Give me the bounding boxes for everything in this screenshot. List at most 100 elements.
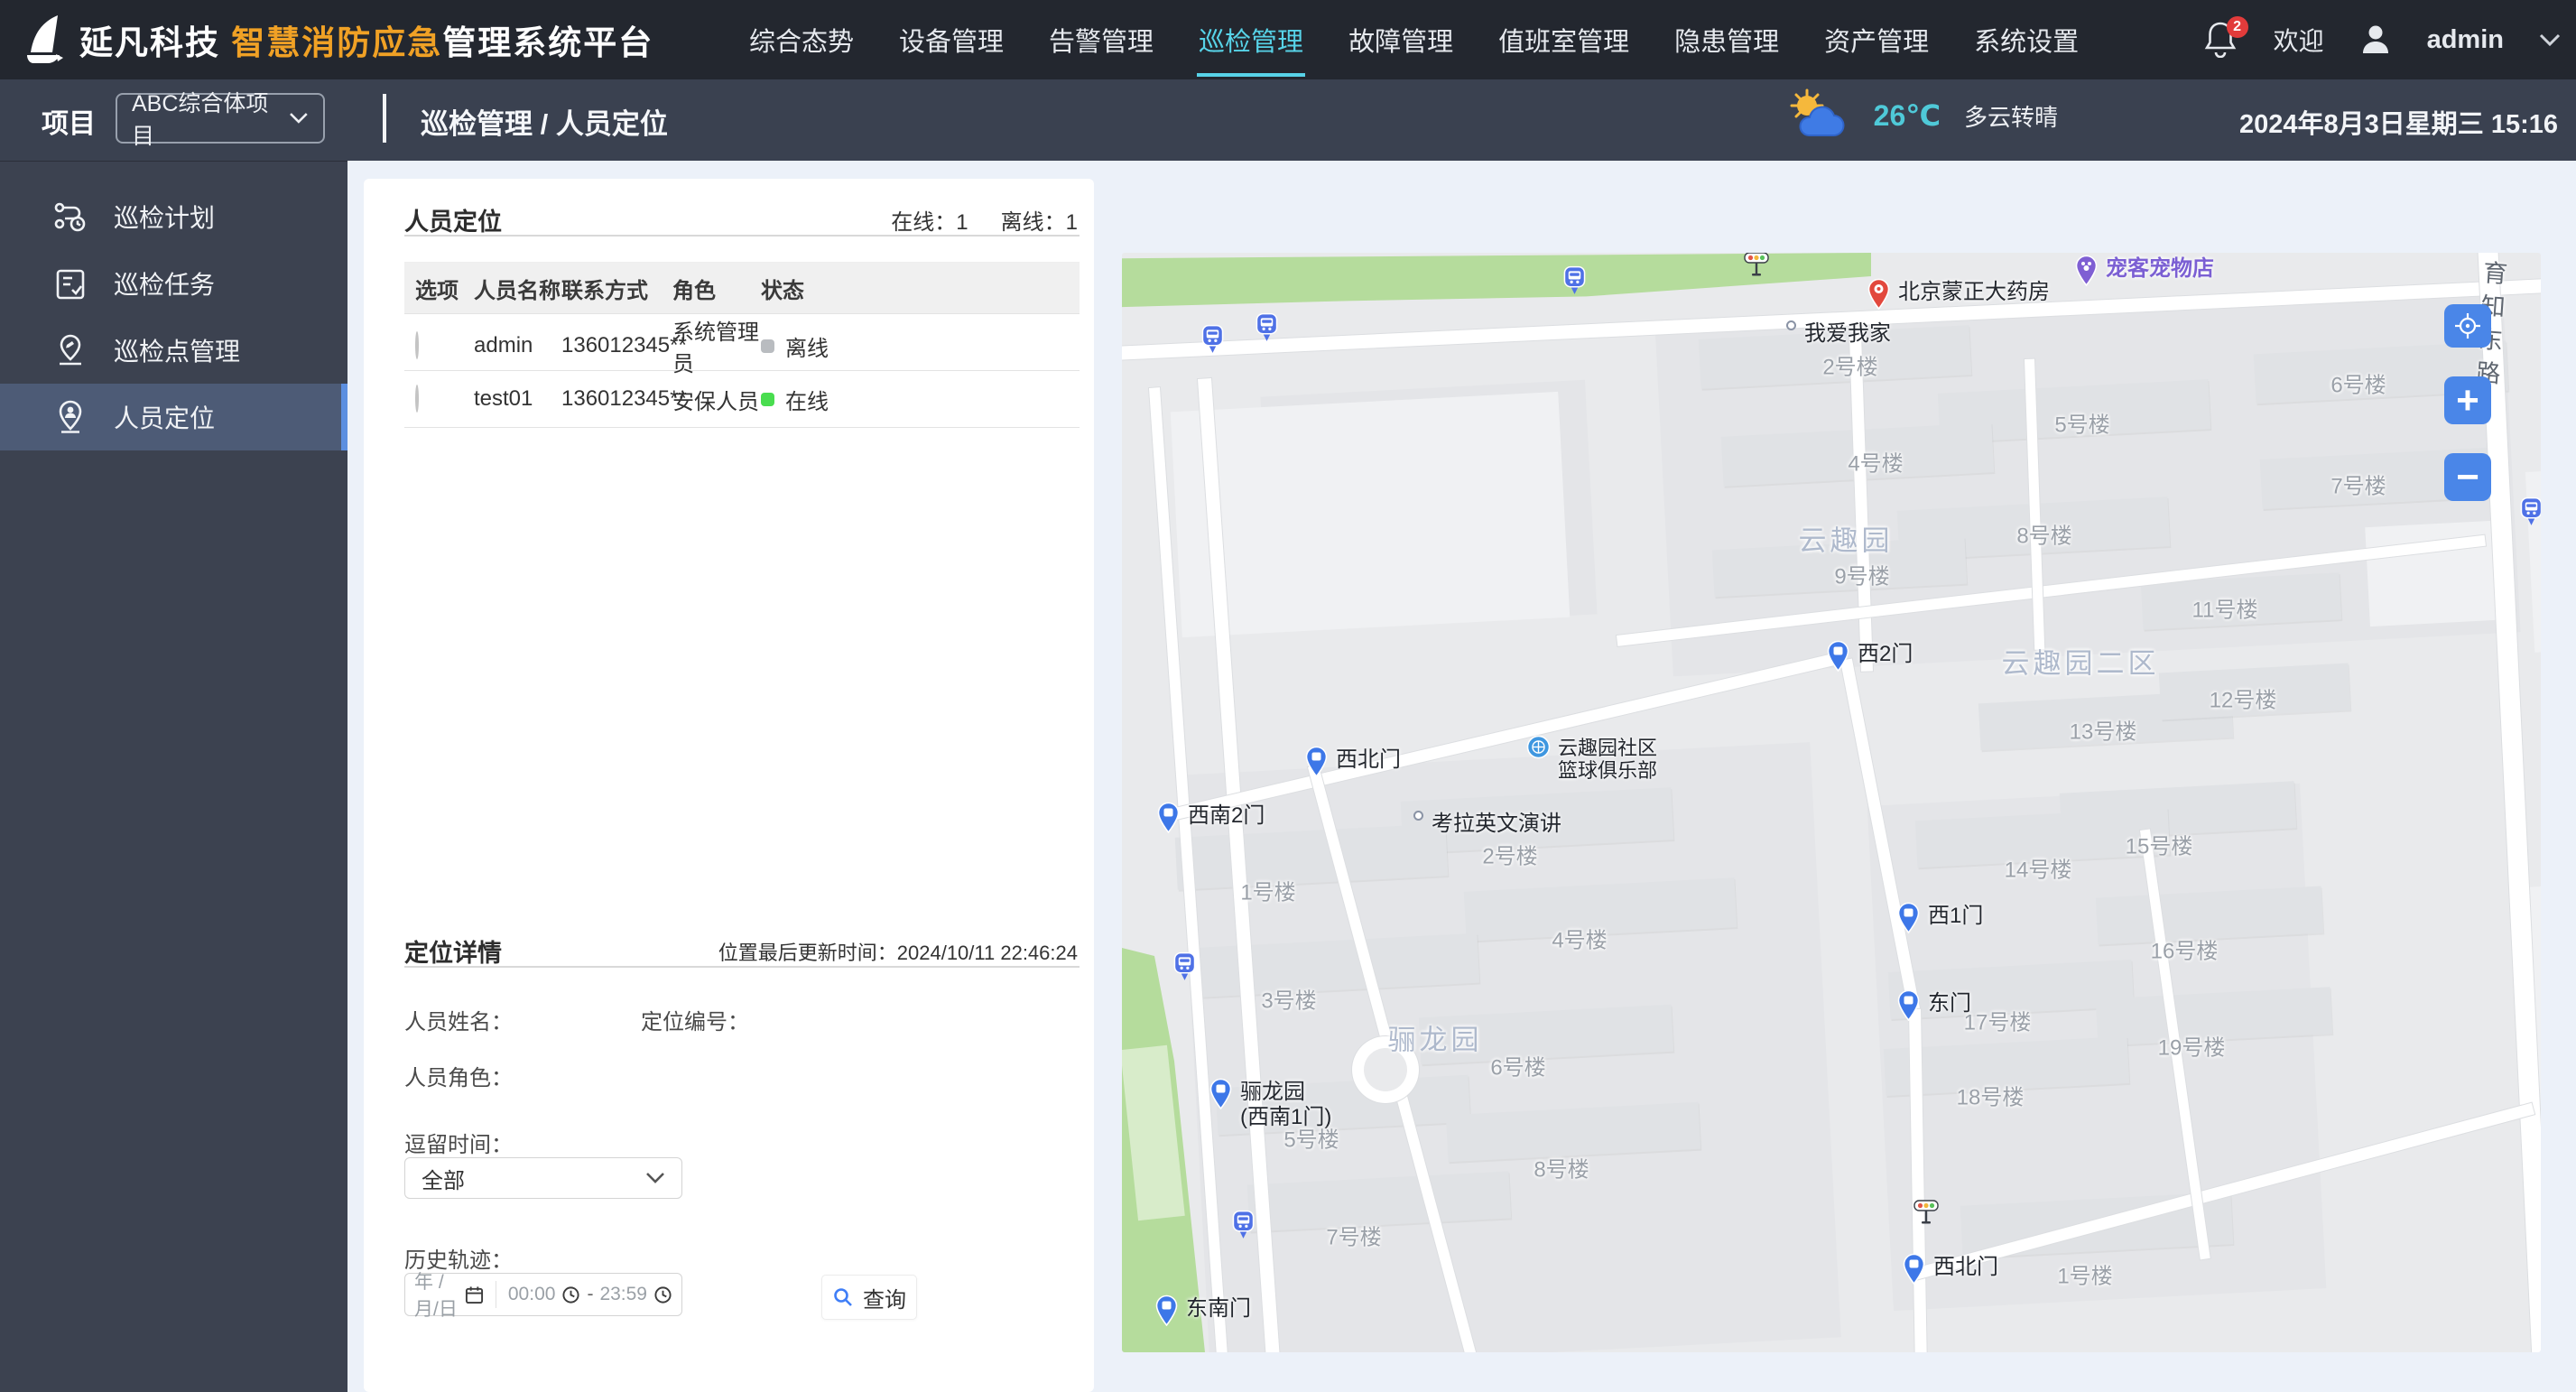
row-radio-button[interactable] [415,331,419,359]
map-gate-pin[interactable]: 东门 [1896,989,1971,1021]
breadcrumb: 巡检管理 / 人员定位 [421,108,668,140]
bus-stop-icon [1201,324,1224,354]
brand-logo: 延凡科技 智慧消防应急管理系统平台 [20,13,653,67]
point-icon [52,332,88,368]
sidebar-item-3[interactable]: 巡检点管理 [0,317,347,384]
calendar-icon[interactable] [465,1285,484,1304]
project-select[interactable]: ABC综合体项目 [116,91,325,149]
map-area-label: 云趣园二区 [2001,647,2160,680]
tasks-icon [52,265,88,302]
map-gate-pin[interactable]: 西2门 [1826,640,1913,672]
person-name-label: 人员姓名： [404,1010,513,1035]
nav-item-5[interactable]: 故障管理 [1347,3,1455,77]
map-building-label: 13号楼 [2069,719,2137,745]
traffic-light-icon[interactable] [1742,253,1771,278]
map-canvas[interactable]: 宠客宠物店 北京蒙正大药房 我爱我家 2号楼 5号楼 6号楼 4号楼 7号楼 云趣园 8号楼 9号楼… [1122,253,2541,1352]
sidebar-item-4[interactable]: 人员定位 [0,384,347,450]
nav-item-2[interactable]: 设备管理 [897,3,1005,77]
column-header: 人员名称 [474,278,561,303]
bus-stop-icon[interactable] [1563,265,1586,295]
map-building-label: 2号楼 [1822,355,1878,380]
map-building [1170,391,1571,638]
detail-title-divider [404,966,1080,968]
date-placeholder[interactable]: 年 /月/日 [414,1267,459,1322]
map-building-label: 19号楼 [2157,1035,2226,1061]
map-building-label: 7号楼 [1326,1225,1382,1250]
traffic-light-icon [1742,253,1771,278]
map-building-label: 6号楼 [1490,1055,1546,1081]
stay-time-select[interactable]: 全部 [404,1157,682,1199]
map-building-label: 3号楼 [1261,988,1317,1014]
zoom-in-button[interactable]: + [2444,376,2491,424]
locate-button[interactable] [2444,304,2491,348]
app-root: 延凡科技 智慧消防应急管理系统平台 综合态势 设备管理 告警管理 巡检管理 故障管理 值班… [0,0,2576,1392]
map-building-label: 5号楼 [1283,1128,1339,1153]
map-label-text: 西北门 [1336,747,1401,772]
user-avatar-icon[interactable] [2358,23,2393,57]
map-pharmacy-pin[interactable]: 北京蒙正大药房 [1867,278,2050,310]
map-gate-pin[interactable]: 西北门 [1902,1253,1998,1285]
map-poi-dot[interactable]: 考拉英文演讲 [1413,810,1561,837]
map-building-label: 8号楼 [2016,524,2072,549]
nav-item-1[interactable]: 综合态势 [747,3,856,77]
status-dot [761,339,774,353]
map-gate-pin [1156,802,1181,833]
bus-stop-icon [1173,951,1196,981]
nav-item-3[interactable]: 告警管理 [1047,3,1155,77]
map-poi-dot[interactable]: 我爱我家 [1785,320,1891,347]
stay-time-value: 全部 [422,1168,465,1193]
map-gate-pin[interactable]: 东南门 [1154,1295,1251,1326]
map-label-text: 北京蒙正大药房 [1898,280,2050,304]
bus-stop-icon[interactable] [1201,324,1224,354]
notification-bell-icon[interactable]: 2 [2203,16,2248,60]
history-datetime-input[interactable]: 年 /月/日 00:00 - 23:59 [404,1272,682,1320]
nav-item-6[interactable]: 值班室管理 [1496,3,1631,77]
map-label-text: 西2门 [1858,642,1913,666]
map-label-text: 我爱我家 [1804,321,1891,346]
search-button[interactable]: 查询 [821,1275,917,1320]
time-end-value[interactable]: 23:59 [599,1284,647,1305]
cell-name: test01 [474,386,533,411]
sidebar-item-1[interactable]: 巡检计划 [0,183,347,250]
nav-item-7[interactable]: 隐患管理 [1673,3,1781,77]
nav-item-8[interactable]: 资产管理 [1822,3,1931,77]
time-start-value[interactable]: 00:00 [508,1284,556,1305]
map-petshop-pin[interactable]: 宠客宠物店 [2074,255,2214,286]
map-label-text: 宠客宠物店 [2106,256,2214,281]
panel-title: 人员定位 [404,209,502,236]
map-building-label: 18号楼 [1956,1085,2025,1110]
traffic-light-icon[interactable] [1912,1199,1941,1226]
table-row-1[interactable]: admin 136012345** 系统管理员 离线 [404,314,1080,376]
map-gate-pin [1209,1078,1233,1109]
traffic-light-icon [1912,1199,1941,1226]
project-chevron-down-icon [290,113,308,124]
bus-stop-icon[interactable] [2520,496,2541,526]
table-row-2[interactable]: test01 136012345** 安保人员 在线 [404,371,1080,428]
bus-stop-icon[interactable] [1256,312,1278,342]
datetime-text: 2024年8月3日星期三 15:16 [2239,110,2558,139]
bus-stop-icon [1232,1210,1255,1239]
stay-time-label: 逗留时间： [404,1133,513,1157]
user-menu-chevron-down-icon[interactable] [2538,32,2562,47]
sidebar-item-2[interactable]: 巡检任务 [0,250,347,317]
bus-stop-icon[interactable] [1173,951,1196,981]
map-label-text: 西北门 [1933,1255,1998,1279]
bus-stop-icon[interactable] [1232,1210,1255,1239]
clock-icon-end[interactable] [653,1285,672,1304]
zoom-out-button[interactable]: − [2444,453,2491,501]
online-offline-counts: 在线：1 离线：1 [891,210,1078,235]
map-club-pin[interactable]: 云趣园社区 篮球俱乐部 [1526,735,1657,783]
nav-item-4[interactable]: 巡检管理 [1197,3,1306,77]
cell-status: 离线 [785,336,829,361]
nav-item-9[interactable]: 系统设置 [1972,3,2080,77]
username-text: admin [2426,24,2504,54]
clock-icon-start[interactable] [561,1285,580,1304]
map-label-text: 考拉英文演讲 [1432,812,1561,836]
map-gate-pin[interactable]: 西北门 [1304,746,1401,777]
map-gate-pin[interactable]: 西1门 [1896,902,1983,933]
time-range-separator: - [587,1284,594,1304]
map-gate-pin[interactable]: 西南2门 [1156,802,1265,833]
column-header: 角色 [672,278,716,303]
row-radio-button[interactable] [415,385,419,413]
map-label-text: 东南门 [1186,1296,1251,1321]
